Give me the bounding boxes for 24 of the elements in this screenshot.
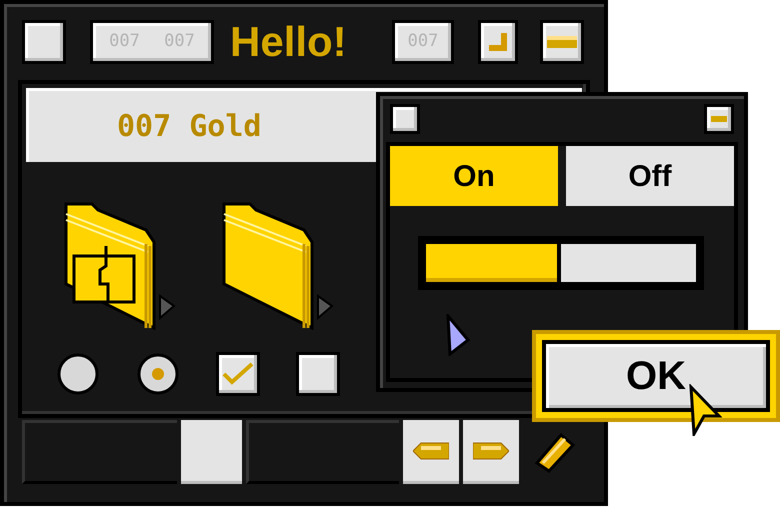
tab[interactable]: On [390, 146, 558, 206]
left-button[interactable] [403, 420, 459, 484]
close-button[interactable] [390, 104, 420, 134]
checkbox[interactable] [296, 352, 340, 396]
minimize-icon [547, 36, 577, 48]
pointer-icon [446, 314, 470, 356]
right-arrow-icon [472, 440, 509, 460]
minimize-button[interactable] [540, 20, 584, 64]
right-button[interactable] [462, 420, 518, 484]
radio-button[interactable] [136, 352, 180, 396]
resize-button[interactable] [478, 20, 518, 64]
corner-icon [489, 33, 507, 51]
tab[interactable]: Off [566, 146, 734, 206]
field-value: 007 Gold [117, 108, 262, 146]
slider-track[interactable] [426, 244, 696, 282]
minimize-icon [711, 116, 727, 122]
ok-button[interactable]: OK [542, 340, 770, 412]
check-icon [222, 362, 254, 386]
checkbox[interactable] [216, 352, 260, 396]
left-arrow-icon [413, 440, 450, 460]
minimize-button[interactable] [704, 104, 734, 134]
radio-button[interactable] [56, 352, 100, 396]
window-title: Hello! [230, 21, 348, 63]
close-button[interactable] [22, 20, 66, 64]
